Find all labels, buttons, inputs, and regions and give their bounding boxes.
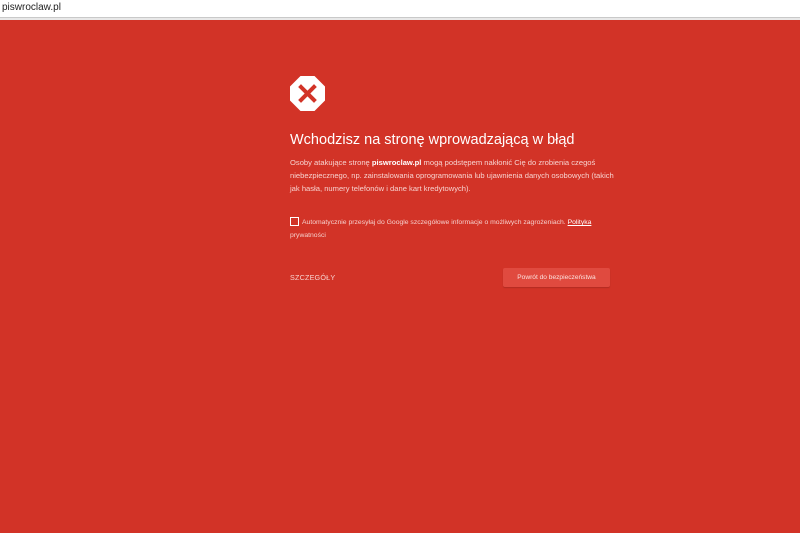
- url-text[interactable]: piswroclaw.pl: [2, 2, 61, 14]
- back-to-safety-button[interactable]: Powrót do bezpieczeństwa: [503, 268, 610, 287]
- details-button[interactable]: SZCZEGÓŁY: [290, 273, 335, 282]
- privacy-policy-link-continuation[interactable]: prywatności: [290, 229, 612, 242]
- address-bar[interactable]: piswroclaw.pl: [0, 0, 800, 18]
- report-checkbox-row: Automatycznie przesyłaj do Google szczeg…: [290, 216, 612, 242]
- octagon-x-icon: [290, 76, 325, 111]
- report-checkbox-label: Automatycznie przesyłaj do Google szczeg…: [302, 219, 568, 226]
- description-domain: piswroclaw.pl: [371, 158, 422, 167]
- page-title: Wchodzisz na stronę wprowadzającą w błąd: [290, 132, 575, 148]
- toolbar-divider: [0, 18, 800, 20]
- browser-window: piswroclaw.pl Wchodzisz na stronę wprowa…: [0, 0, 800, 533]
- description-prefix: Osoby atakujące stronę: [290, 158, 372, 167]
- report-checkbox-text: Automatycznie przesyłaj do Google szczeg…: [290, 216, 612, 242]
- warning-description: Osoby atakujące stronę piswroclaw.pl mog…: [290, 156, 614, 195]
- report-checkbox[interactable]: [290, 217, 299, 226]
- privacy-policy-link[interactable]: Polityka: [568, 219, 592, 226]
